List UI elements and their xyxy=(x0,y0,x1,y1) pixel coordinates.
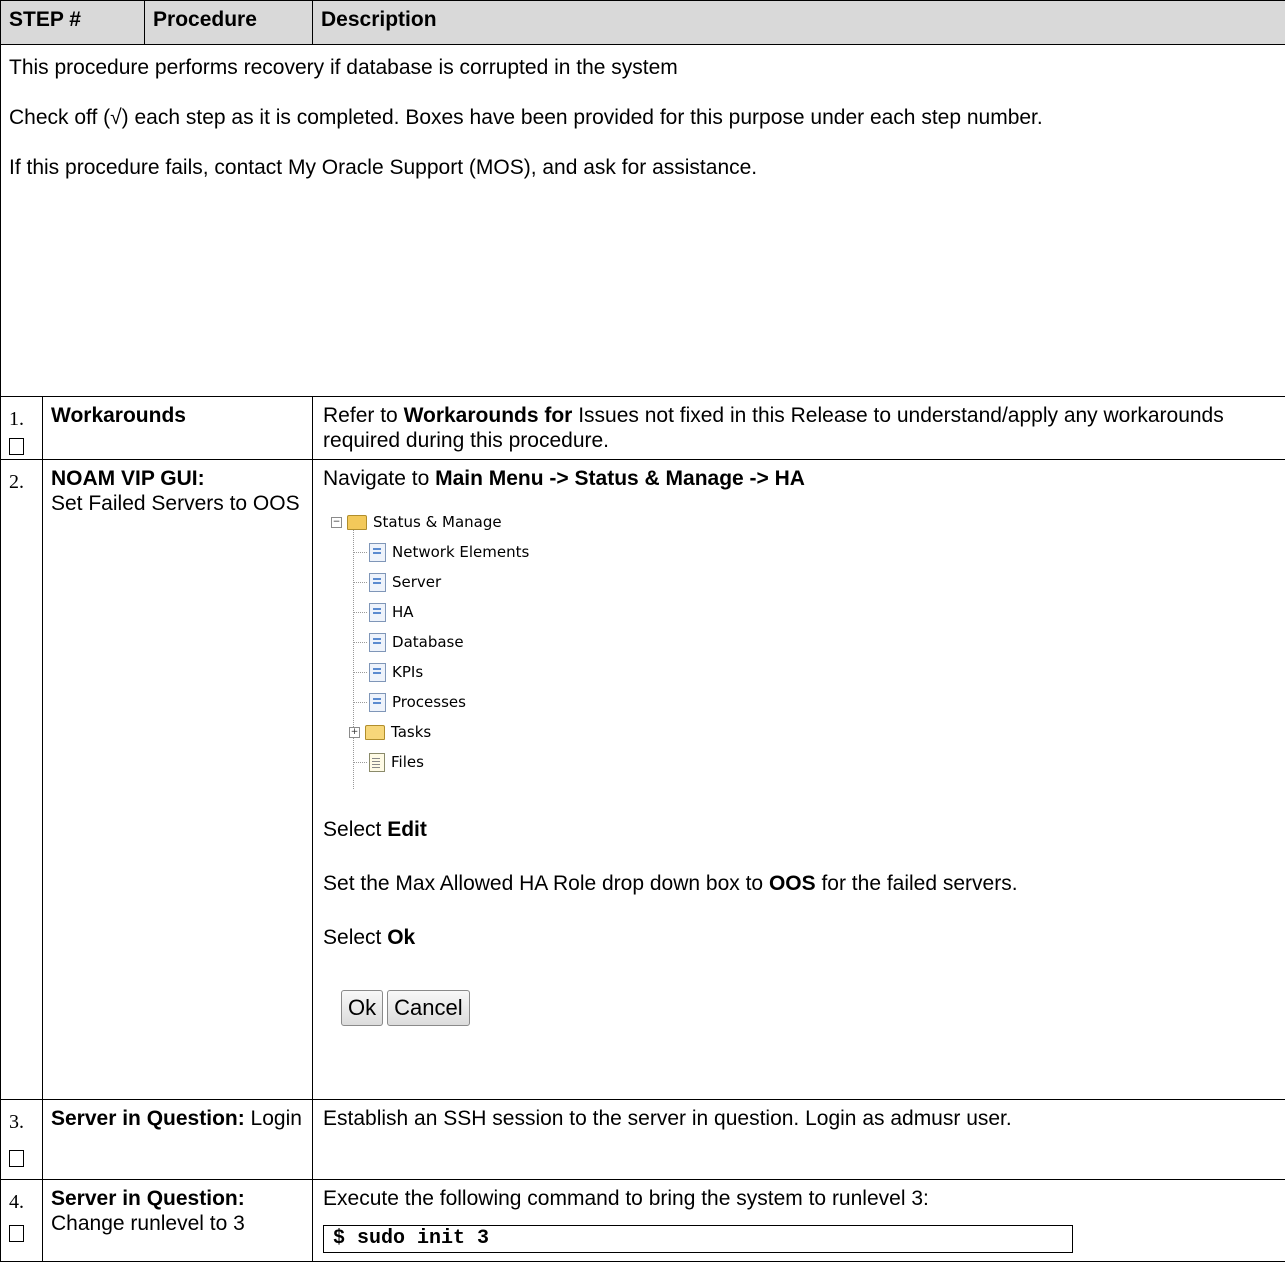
step-1-desc-pre: Refer to xyxy=(323,404,404,427)
step-2-procedure-detail: Set Failed Servers to OOS xyxy=(51,492,300,515)
intro-line-1: This procedure performs recovery if data… xyxy=(9,55,1275,80)
file-icon xyxy=(369,753,385,772)
page-icon xyxy=(369,663,386,682)
tree-root-status-manage[interactable]: − Status & Manage xyxy=(331,507,502,537)
button-group: OkCancel xyxy=(341,990,1275,1026)
intro-line-2: Check off (√) each step as it is complet… xyxy=(9,105,1275,130)
step-2-nav-pre: Navigate to xyxy=(323,467,435,490)
tree-item-tasks[interactable]: + Tasks xyxy=(349,717,431,747)
tree-root-label: Status & Manage xyxy=(373,513,502,531)
page-icon xyxy=(369,633,386,652)
step-2-navigate: Navigate to Main Menu -> Status & Manage… xyxy=(323,466,1275,491)
page-icon xyxy=(369,543,386,562)
tree-item-label: Tasks xyxy=(391,723,431,741)
tree-item-network-elements[interactable]: Network Elements xyxy=(353,537,529,567)
step-row-3: 3. Server in Question: Login Establish a… xyxy=(1,1100,1285,1180)
step-2-select-edit: Select Edit xyxy=(323,817,1275,842)
select-ok-pre: Select xyxy=(323,926,387,949)
step-1-cell: 1. xyxy=(1,397,43,460)
step-1-procedure: Workarounds xyxy=(43,397,313,460)
step-2-cell: 2. xyxy=(1,460,43,1100)
step-row-4: 4. Server in Question: Change runlevel t… xyxy=(1,1180,1285,1262)
procedure-table: STEP # Procedure Description This proced… xyxy=(0,0,1285,1262)
tree-item-label: Processes xyxy=(392,693,466,711)
step-1-procedure-title: Workarounds xyxy=(51,404,186,427)
tree-branch xyxy=(353,702,367,703)
folder-icon xyxy=(365,725,385,740)
step-3-cell: 3. xyxy=(1,1100,43,1180)
set-role-pre: Set the Max Allowed HA Role drop down bo… xyxy=(323,872,769,895)
page-icon xyxy=(369,693,386,712)
step-4-number: 4. xyxy=(9,1190,42,1215)
step-4-checkbox[interactable] xyxy=(9,1225,24,1242)
header-step: STEP # xyxy=(1,1,145,45)
step-2-procedure: NOAM VIP GUI: Set Failed Servers to OOS xyxy=(43,460,313,1100)
step-4-cell: 4. xyxy=(1,1180,43,1262)
tree-item-label: Database xyxy=(392,633,464,651)
step-2-select-ok: Select Ok xyxy=(323,925,1275,950)
step-3-procedure-title: Server in Question: xyxy=(51,1107,245,1130)
intro-line-3: If this procedure fails, contact My Orac… xyxy=(9,155,1275,180)
intro-cell: This procedure performs recovery if data… xyxy=(1,45,1285,397)
select-edit-bold: Edit xyxy=(387,818,427,841)
collapse-icon[interactable]: − xyxy=(331,517,342,528)
step-1-number: 1. xyxy=(9,407,42,432)
step-row-2: 2. NOAM VIP GUI: Set Failed Servers to O… xyxy=(1,460,1285,1100)
step-4-procedure-title: Server in Question: xyxy=(51,1187,245,1210)
step-4-description: Execute the following command to bring t… xyxy=(313,1180,1285,1262)
page-icon xyxy=(369,603,386,622)
step-3-checkbox[interactable] xyxy=(9,1150,24,1167)
intro-row: This procedure performs recovery if data… xyxy=(1,45,1285,397)
step-3-number: 3. xyxy=(9,1110,42,1135)
step-2-number: 2. xyxy=(9,470,42,495)
ok-button[interactable]: Ok xyxy=(341,990,383,1026)
header-procedure: Procedure xyxy=(145,1,313,45)
tree-item-server[interactable]: Server xyxy=(353,567,441,597)
tree-item-files[interactable]: Files xyxy=(353,747,424,777)
menu-tree: − Status & Manage Network Elements Server… xyxy=(331,507,1275,789)
tree-item-label: Network Elements xyxy=(392,543,529,561)
step-3-procedure: Server in Question: Login xyxy=(43,1100,313,1180)
table-header-row: STEP # Procedure Description xyxy=(1,1,1285,45)
select-ok-bold: Ok xyxy=(387,926,415,949)
step-2-description: Navigate to Main Menu -> Status & Manage… xyxy=(313,460,1285,1100)
tree-branch xyxy=(353,672,367,673)
set-role-post: for the failed servers. xyxy=(816,872,1018,895)
step-1-desc-bold: Workarounds for xyxy=(404,404,573,427)
step-3-procedure-detail: Login xyxy=(245,1107,302,1130)
tree-item-database[interactable]: Database xyxy=(353,627,464,657)
tree-item-processes[interactable]: Processes xyxy=(353,687,466,717)
tree-item-label: Server xyxy=(392,573,441,591)
step-row-1: 1. Workarounds Refer to Workarounds for … xyxy=(1,397,1285,460)
tree-branch xyxy=(353,762,367,763)
tree-item-label: HA xyxy=(392,603,414,621)
tree-branch xyxy=(353,552,367,553)
step-2-nav-path: Main Menu -> Status & Manage -> HA xyxy=(435,467,805,490)
step-4-procedure-detail: Change runlevel to 3 xyxy=(51,1212,245,1235)
step-1-checkbox[interactable] xyxy=(9,438,24,455)
tree-branch xyxy=(353,582,367,583)
step-1-description: Refer to Workarounds for Issues not fixe… xyxy=(313,397,1285,460)
step-4-procedure: Server in Question: Change runlevel to 3 xyxy=(43,1180,313,1262)
tree-item-kpis[interactable]: KPIs xyxy=(353,657,423,687)
tree-branch xyxy=(353,612,367,613)
cancel-button[interactable]: Cancel xyxy=(387,990,469,1026)
tree-item-label: Files xyxy=(391,753,424,771)
set-role-bold: OOS xyxy=(769,872,816,895)
header-description: Description xyxy=(313,1,1285,45)
page-icon xyxy=(369,573,386,592)
step-4-desc-text: Execute the following command to bring t… xyxy=(323,1186,1275,1211)
step-3-description: Establish an SSH session to the server i… xyxy=(313,1100,1285,1180)
step-2-set-role: Set the Max Allowed HA Role drop down bo… xyxy=(323,871,1275,896)
tree-item-ha[interactable]: HA xyxy=(353,597,414,627)
expand-icon[interactable]: + xyxy=(349,727,360,738)
step-2-procedure-title: NOAM VIP GUI: xyxy=(51,467,205,490)
folder-open-icon xyxy=(347,515,367,530)
tree-item-label: KPIs xyxy=(392,663,423,681)
command-box: $ sudo init 3 xyxy=(323,1225,1073,1253)
select-edit-pre: Select xyxy=(323,818,387,841)
tree-branch xyxy=(353,642,367,643)
